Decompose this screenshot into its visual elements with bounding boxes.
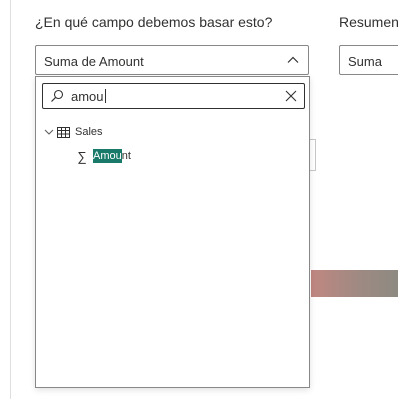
color-gradient-bar bbox=[311, 270, 398, 297]
sum-icon: ∑ bbox=[77, 148, 87, 164]
clear-search-icon[interactable] bbox=[284, 89, 298, 103]
search-input[interactable]: amou bbox=[42, 83, 305, 109]
chevron-down-icon[interactable] bbox=[44, 127, 54, 137]
summary-select-value: Suma bbox=[348, 54, 382, 69]
field-question-label: ¿En qué campo debemos basar esto? bbox=[35, 14, 273, 30]
pane-divider bbox=[10, 0, 11, 399]
background-control bbox=[310, 139, 316, 171]
tree-item-sales-label: Sales bbox=[75, 126, 103, 138]
tree-item-sales[interactable]: Sales bbox=[44, 124, 103, 140]
search-text: amou bbox=[71, 89, 106, 104]
chevron-up-icon bbox=[287, 56, 299, 63]
field-dropdown-panel: amou Sales ∑ Amou nt bbox=[35, 76, 310, 388]
search-match-highlight: Amou bbox=[93, 149, 122, 163]
search-icon bbox=[51, 89, 64, 102]
tree-item-amount[interactable]: ∑ Amou nt bbox=[76, 148, 131, 164]
table-icon bbox=[57, 126, 70, 138]
summary-label: Resumen bbox=[339, 14, 398, 30]
field-select[interactable]: Suma de Amount bbox=[35, 45, 309, 75]
summary-select[interactable]: Suma bbox=[339, 45, 398, 75]
field-select-value: Suma de Amount bbox=[44, 54, 144, 69]
field-name-rest: nt bbox=[121, 150, 131, 162]
